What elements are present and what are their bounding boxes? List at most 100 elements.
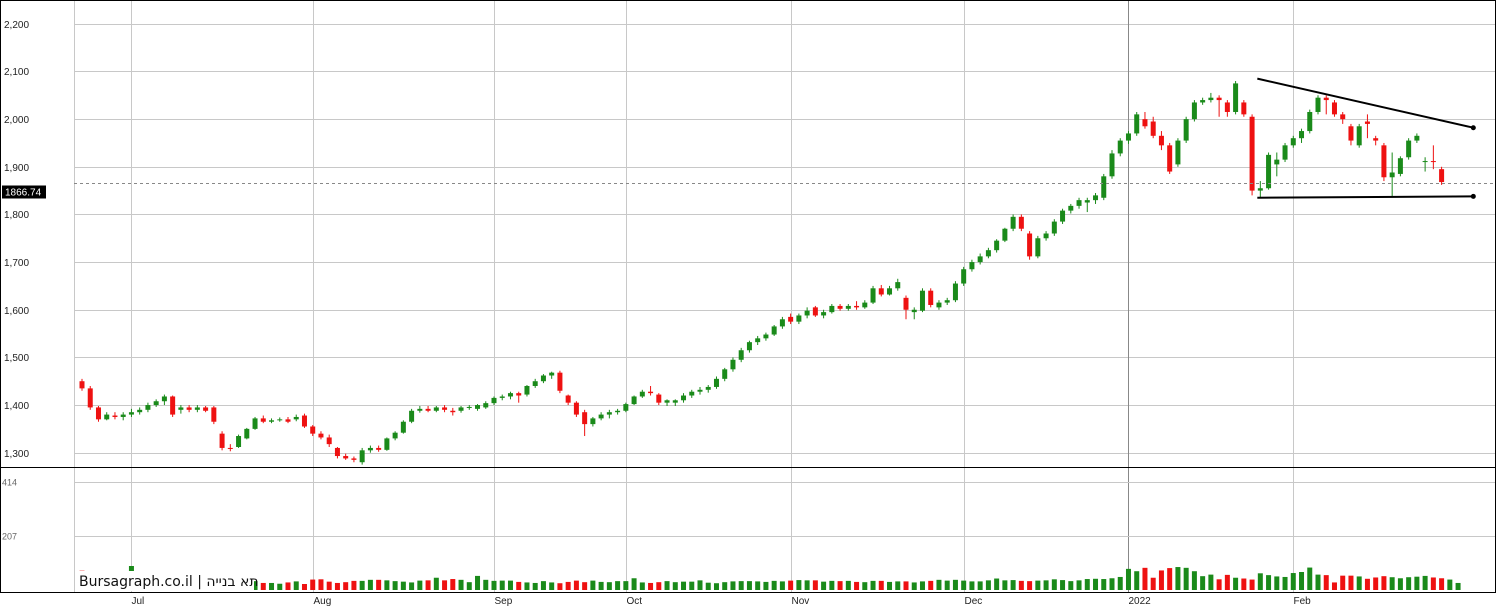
volume-bar (310, 579, 316, 590)
candle-body (400, 421, 406, 433)
volume-bar (1134, 571, 1140, 590)
candle-body (903, 297, 909, 310)
candle-body (334, 447, 340, 457)
candle-body (1191, 102, 1197, 120)
candle-body (1323, 97, 1329, 101)
candle-body (1422, 161, 1428, 163)
volume-bar (1282, 576, 1288, 590)
candle-body (95, 407, 101, 420)
volume-bar (1439, 578, 1445, 590)
candle-body (606, 412, 612, 415)
volume-bar (540, 581, 546, 590)
candle-body (343, 456, 349, 459)
candle-body (1051, 221, 1057, 234)
candle-body (837, 305, 843, 309)
candle-body (870, 288, 876, 303)
candle-body (301, 415, 307, 427)
candle-body (1340, 114, 1346, 120)
candle-body (804, 310, 810, 316)
candle-body (1356, 126, 1362, 146)
volume-bar (697, 580, 703, 590)
volume-bar (854, 581, 860, 590)
volume-bar (1364, 578, 1370, 590)
volume-bar (1257, 573, 1263, 590)
candle-body (450, 410, 456, 413)
volume-bar (1191, 571, 1197, 590)
candle-body (211, 407, 217, 422)
volume-bar (293, 581, 299, 590)
candle-body (1381, 145, 1387, 178)
candle-body (1060, 210, 1066, 222)
volume-bar (1167, 568, 1173, 590)
volume-bar (590, 580, 596, 590)
candle-body (1117, 140, 1123, 154)
volume-bar (1241, 578, 1247, 590)
candle-body (1274, 159, 1280, 165)
volume-bar (1224, 574, 1230, 590)
candle-body (1348, 126, 1354, 141)
volume-bar (689, 581, 695, 590)
volume-bar (862, 582, 868, 590)
volume-bar (1323, 575, 1329, 590)
candle-body (252, 418, 258, 429)
candle-body (483, 403, 489, 408)
volume-bar (1158, 570, 1164, 590)
volume-bar (664, 581, 670, 590)
volume-bar (631, 578, 637, 590)
candle-body (1027, 233, 1033, 257)
volume-bar (648, 582, 654, 590)
candle-body (590, 418, 596, 425)
candle-body (277, 419, 283, 421)
candle-body (1241, 102, 1247, 115)
volume-bar (961, 580, 967, 590)
candle-body (639, 391, 645, 397)
candle-body (738, 350, 744, 360)
volume-bar (524, 582, 530, 590)
candle-body (376, 447, 382, 450)
volume-bar (1018, 580, 1024, 590)
candle-body (829, 305, 835, 313)
volume-bar (532, 582, 538, 590)
candle-body (409, 410, 415, 422)
candle-body (887, 288, 893, 295)
candle-body (1167, 145, 1173, 172)
candle-body (895, 282, 901, 289)
price-tick-label: 2,100 (4, 67, 29, 78)
volume-bar (1414, 576, 1420, 590)
volume-bar (1060, 580, 1066, 590)
volume-bar (1216, 579, 1222, 590)
volume-bar (1381, 576, 1387, 590)
volume-bar (903, 581, 909, 590)
candle-body (1101, 176, 1107, 198)
candle-body (466, 406, 472, 408)
volume-bar (334, 582, 340, 590)
volume-bar (1430, 577, 1436, 590)
price-tick-label: 1,300 (4, 449, 29, 460)
volume-bar (1299, 572, 1305, 590)
volume-bar (1101, 579, 1107, 590)
trendline-end-dot (1470, 125, 1476, 131)
candle-body (137, 409, 143, 413)
volume-bar (615, 581, 621, 590)
volume-bar (821, 581, 827, 590)
month-tick-label: Dec (965, 596, 983, 606)
volume-bar (1455, 582, 1461, 590)
candle-body (433, 407, 439, 411)
month-tick-label: Aug (314, 596, 332, 606)
volume-bar (1389, 577, 1395, 590)
volume-bar (425, 580, 431, 590)
volume-bar (458, 579, 464, 590)
volume-bar (928, 580, 934, 590)
candle-body (705, 386, 711, 390)
month-tick-label: Nov (792, 596, 810, 606)
volume-bar (804, 580, 810, 590)
candle-body (392, 432, 398, 439)
volume-bar (623, 581, 629, 590)
candle-body (269, 420, 275, 422)
volume-bar (417, 580, 423, 590)
candle-body (911, 309, 917, 313)
volume-bar (1117, 576, 1123, 590)
candle-body (458, 407, 464, 411)
volume-bar (887, 581, 893, 590)
volume-bar (994, 578, 1000, 590)
